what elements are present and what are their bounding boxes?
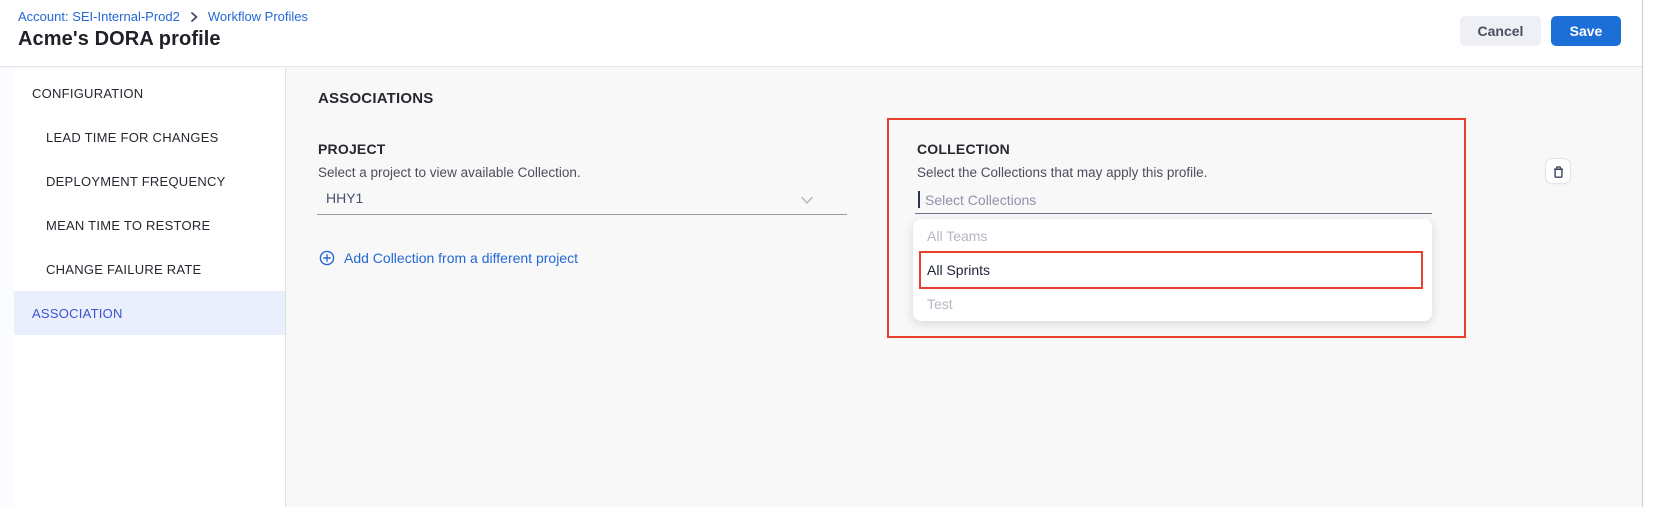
add-collection-link-label: Add Collection from a different project: [344, 250, 578, 266]
sidebar-item-change-failure-rate[interactable]: CHANGE FAILURE RATE: [14, 247, 285, 291]
sidebar-item-association[interactable]: ASSOCIATION: [14, 291, 285, 335]
text-cursor: [918, 191, 920, 208]
page-title: Acme's DORA profile: [18, 28, 221, 51]
collection-select-input-wrap: [915, 186, 1432, 214]
sidebar-item-label: CHANGE FAILURE RATE: [46, 262, 201, 277]
associations-section-title: ASSOCIATIONS: [318, 90, 433, 107]
collection-group-title: COLLECTION: [917, 141, 1010, 157]
breadcrumb-workflow-profiles-link[interactable]: Workflow Profiles: [208, 9, 308, 24]
option-all-sprints[interactable]: All Sprints: [913, 253, 1432, 287]
collection-options-dropdown: All Teams All Sprints Test: [913, 219, 1432, 321]
workflow-profile-page: Account: SEI-Internal-Prod2 Workflow Pro…: [0, 0, 1643, 507]
option-test[interactable]: Test: [913, 287, 1432, 321]
project-select[interactable]: HHY1: [317, 184, 847, 215]
save-button[interactable]: Save: [1551, 16, 1621, 46]
collection-search-input[interactable]: [925, 192, 1345, 208]
sidebar-item-label: CONFIGURATION: [32, 86, 143, 101]
project-group-description: Select a project to view available Colle…: [318, 165, 581, 180]
sidebar-item-label: LEAD TIME FOR CHANGES: [46, 130, 219, 145]
sidebar-item-deployment-frequency[interactable]: DEPLOYMENT FREQUENCY: [14, 159, 285, 203]
sidebar-item-label: ASSOCIATION: [32, 306, 123, 321]
plus-circle-icon: [319, 250, 335, 266]
add-collection-link[interactable]: Add Collection from a different project: [319, 250, 578, 266]
header-actions: Cancel Save: [1460, 16, 1621, 46]
sidebar-item-configuration[interactable]: CONFIGURATION: [14, 71, 285, 115]
trash-icon: [1551, 164, 1566, 179]
sidebar: CONFIGURATION LEAD TIME FOR CHANGES DEPL…: [14, 68, 286, 507]
collection-group-description: Select the Collections that may apply th…: [917, 165, 1207, 180]
sidebar-nav-list: CONFIGURATION LEAD TIME FOR CHANGES DEPL…: [14, 71, 285, 335]
sidebar-item-label: DEPLOYMENT FREQUENCY: [46, 174, 226, 189]
page-header: Account: SEI-Internal-Prod2 Workflow Pro…: [0, 0, 1642, 67]
sidebar-item-lead-time-for-changes[interactable]: LEAD TIME FOR CHANGES: [14, 115, 285, 159]
project-group-title: PROJECT: [318, 141, 386, 157]
left-gutter: [0, 68, 14, 507]
chevron-right-icon: [189, 12, 199, 22]
project-select-value: HHY1: [326, 190, 363, 206]
breadcrumb: Account: SEI-Internal-Prod2 Workflow Pro…: [18, 9, 308, 24]
sidebar-item-mean-time-to-restore[interactable]: MEAN TIME TO RESTORE: [14, 203, 285, 247]
sidebar-item-label: MEAN TIME TO RESTORE: [46, 218, 210, 233]
chevron-down-icon: [800, 193, 814, 211]
option-all-teams[interactable]: All Teams: [913, 219, 1432, 253]
breadcrumb-account-link[interactable]: Account: SEI-Internal-Prod2: [18, 9, 180, 24]
delete-association-button[interactable]: [1545, 158, 1571, 184]
cancel-button[interactable]: Cancel: [1460, 16, 1541, 46]
